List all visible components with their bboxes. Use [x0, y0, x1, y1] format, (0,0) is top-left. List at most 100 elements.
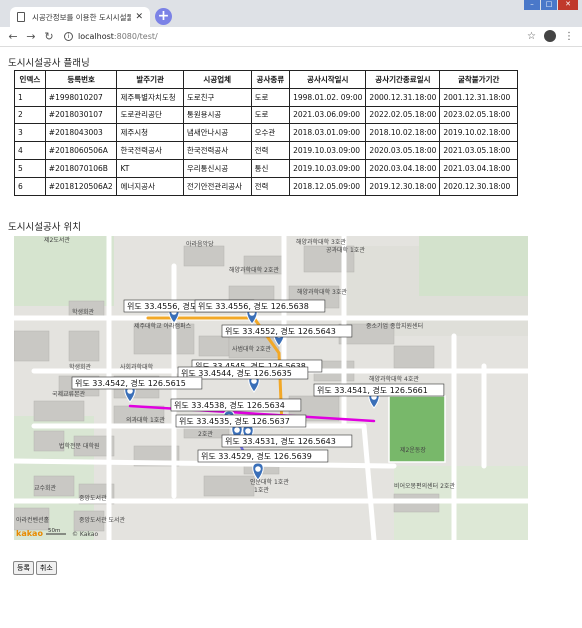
new-tab-button[interactable]: +: [155, 8, 172, 25]
table-cell: 도로관리공단: [116, 105, 184, 125]
table-cell: 3: [14, 123, 46, 143]
table-cell: 한국전력공사: [116, 141, 184, 160]
header-cell: 공사기간종료일시: [365, 70, 441, 89]
kakao-logo: kakao: [16, 529, 43, 538]
kakao-map[interactable]: 제2도서관 아라음악당 해양과학대학 3호관 공과대학 1호관 해양과학대학 2…: [14, 236, 528, 540]
map-building-label: 사범대학 2호관: [232, 345, 271, 353]
coordinate-label-text: 위도 33.4541, 경도 126.5661: [317, 385, 428, 395]
table-cell: KT: [116, 158, 184, 178]
map-building-label: 아라음악당: [186, 240, 214, 248]
map-building-label: 국제교류본관: [52, 390, 86, 398]
close-tab-icon[interactable]: ✕: [135, 12, 143, 22]
coordinate-label-text: 위도 33.4529, 경도 126.5639: [201, 451, 312, 461]
table-cell: #1998010207: [44, 87, 118, 107]
table-cell: 5: [14, 158, 46, 178]
table-cell: 우리통신시공: [182, 158, 252, 178]
minimize-button[interactable]: –: [524, 0, 540, 10]
table-row: 5 #2018070106B KT 우리통신시공 통신 2019.10.03.09:00 2…: [14, 158, 518, 178]
browser-titlebar: 시공간정보를 이용한 도시시설물 ✕ + – □ ✕: [0, 0, 582, 27]
table-cell: 제주시청: [116, 123, 184, 143]
table-cell: 1: [14, 87, 46, 107]
back-icon[interactable]: ←: [4, 30, 22, 43]
coordinate-label-text: 위도 33.4538, 경도 126.5634: [174, 400, 285, 410]
map-building-label: 1호관: [254, 486, 269, 494]
map-building-label: 학생회관: [69, 363, 92, 371]
table-cell: 전력: [250, 141, 291, 160]
coordinate-label: 위도 33.4529, 경도 126.5639: [197, 449, 329, 463]
table-cell: 2022.02.05.18:00: [365, 105, 441, 125]
form-buttons: 등록 취소: [13, 561, 59, 575]
coordinate-label-text: 위도 33.4531, 경도 126.5643: [225, 436, 336, 446]
map-scale: 50m: [48, 528, 60, 534]
header-cell: 발주기관: [116, 70, 184, 89]
table-cell: 2019.10.03.09:00: [289, 141, 367, 160]
profile-avatar[interactable]: [544, 30, 556, 42]
browser-toolbar: ← → ↻ i localhost:8080/test/ ☆ ⋮: [0, 27, 582, 47]
url-host: localhost: [78, 32, 114, 41]
coordinate-label-text: 위도 33.4542, 경도 126.5615: [75, 378, 186, 388]
page-title: 도시시설공사 플래닝: [8, 58, 90, 69]
construction-table: 인덱스 등록번호 발주기관 시공업체 공사종류 공사시작일시 공사기간종료일시 …: [14, 70, 518, 196]
address-bar[interactable]: i localhost:8080/test/: [64, 32, 158, 41]
info-icon[interactable]: i: [64, 32, 73, 41]
table-cell: 한국전력공사: [182, 141, 252, 160]
table-row: 1 #1998010207 제주특별자치도청 도로친구 도로 1998.01.02. 09…: [14, 87, 518, 107]
map-building-label: 해양과학대학 2호관: [229, 266, 279, 274]
table-cell: 에너지공사: [116, 176, 184, 196]
map-title: 도시시설공사 위치: [8, 222, 81, 233]
maximize-button[interactable]: □: [541, 0, 557, 10]
coordinate-label: 위도 33.4556, 경도 126.5638: [194, 299, 326, 313]
table-cell: #2018120506A2: [44, 176, 118, 196]
table-cell: 제주특별자치도청: [116, 87, 184, 107]
table-row: 3 #2018043003 제주시청 냄새안나시공 오수관 2018.03.01.09:0…: [14, 123, 518, 143]
table-cell: 1998.01.02. 09:00: [289, 87, 367, 107]
table-cell: 도로: [250, 105, 291, 125]
table-cell: #2018060506A: [44, 141, 118, 160]
table-cell: 2001.12.31.18:00: [439, 87, 518, 107]
forward-icon[interactable]: →: [22, 30, 40, 43]
map-building-label: 교수회관: [34, 484, 57, 492]
map-building-label: 학생회관: [72, 308, 95, 316]
map-building-label: 중소기업 종합지원센터: [366, 322, 423, 330]
menu-icon[interactable]: ⋮: [564, 31, 574, 42]
table-cell: #2018043003: [44, 123, 118, 143]
map-building-label: 제2도서관: [44, 236, 70, 244]
toolbar-right: ☆ ⋮: [527, 30, 574, 42]
coordinate-label: 위도 33.4542, 경도 126.5615: [71, 376, 203, 390]
map-building-label: 중앙도서관: [79, 494, 107, 502]
map-building-label: 인문대학 1호관: [250, 478, 289, 486]
header-cell: 공사시작일시: [289, 70, 367, 89]
map-building-label: 의과대학 1호관: [126, 416, 165, 424]
coordinate-label: 위도 33.4541, 경도 126.5661: [313, 383, 445, 397]
coordinate-label-text: 위도 33.4556, 경도 126.5638: [198, 301, 309, 311]
browser-tab[interactable]: 시공간정보를 이용한 도시시설물 ✕: [10, 7, 150, 27]
table-header-row: 인덱스 등록번호 발주기관 시공업체 공사종류 공사시작일시 공사기간종료일시 …: [14, 70, 518, 89]
table-row: 4 #2018060506A 한국전력공사 한국전력공사 전력 2019.10.03.09…: [14, 141, 518, 160]
header-cell: 인덱스: [14, 70, 46, 89]
map-copyright: © Kakao: [72, 531, 98, 538]
header-cell: 굴착불가기간: [439, 70, 518, 89]
map-building-label: 2호관: [198, 430, 213, 438]
table-cell: 냄새안나시공: [182, 123, 252, 143]
tab-title: 시공간정보를 이용한 도시시설물: [32, 12, 132, 22]
table-cell: 2019.10.03.09:00: [289, 158, 367, 178]
register-button[interactable]: 등록: [13, 561, 34, 575]
coordinate-label-text: 위도 33.4535, 경도 126.5637: [179, 416, 290, 426]
reload-icon[interactable]: ↻: [40, 30, 58, 43]
table-cell: 2018.03.01.09:00: [289, 123, 367, 143]
map-building-label: 법학전문 대학원: [59, 442, 100, 450]
table-cell: 4: [14, 141, 46, 160]
close-window-button[interactable]: ✕: [558, 0, 578, 10]
table-cell: 2021.03.05.18:00: [439, 141, 518, 160]
table-cell: 도로친구: [182, 87, 252, 107]
table-row: 2 #2018030107 도로관리공단 통원용시공 도로 2021.03.06.09:0…: [14, 105, 518, 125]
coordinate-label: 위도 33.4552, 경도 126.5643: [221, 324, 353, 338]
map-building-label: 해양과학대학 3호관: [297, 288, 347, 296]
table-cell: 2023.02.05.18:00: [439, 105, 518, 125]
map-building-label: 비어오몽편의센터 2호관: [394, 482, 455, 490]
coordinate-label-text: 위도 33.4544, 경도 126.5635: [181, 368, 292, 378]
table-cell: 2021.03.04.18:00: [439, 158, 518, 178]
bookmark-star-icon[interactable]: ☆: [527, 31, 536, 42]
cancel-button[interactable]: 취소: [35, 561, 57, 575]
map-building-label: 공과대학 1호관: [326, 246, 365, 254]
